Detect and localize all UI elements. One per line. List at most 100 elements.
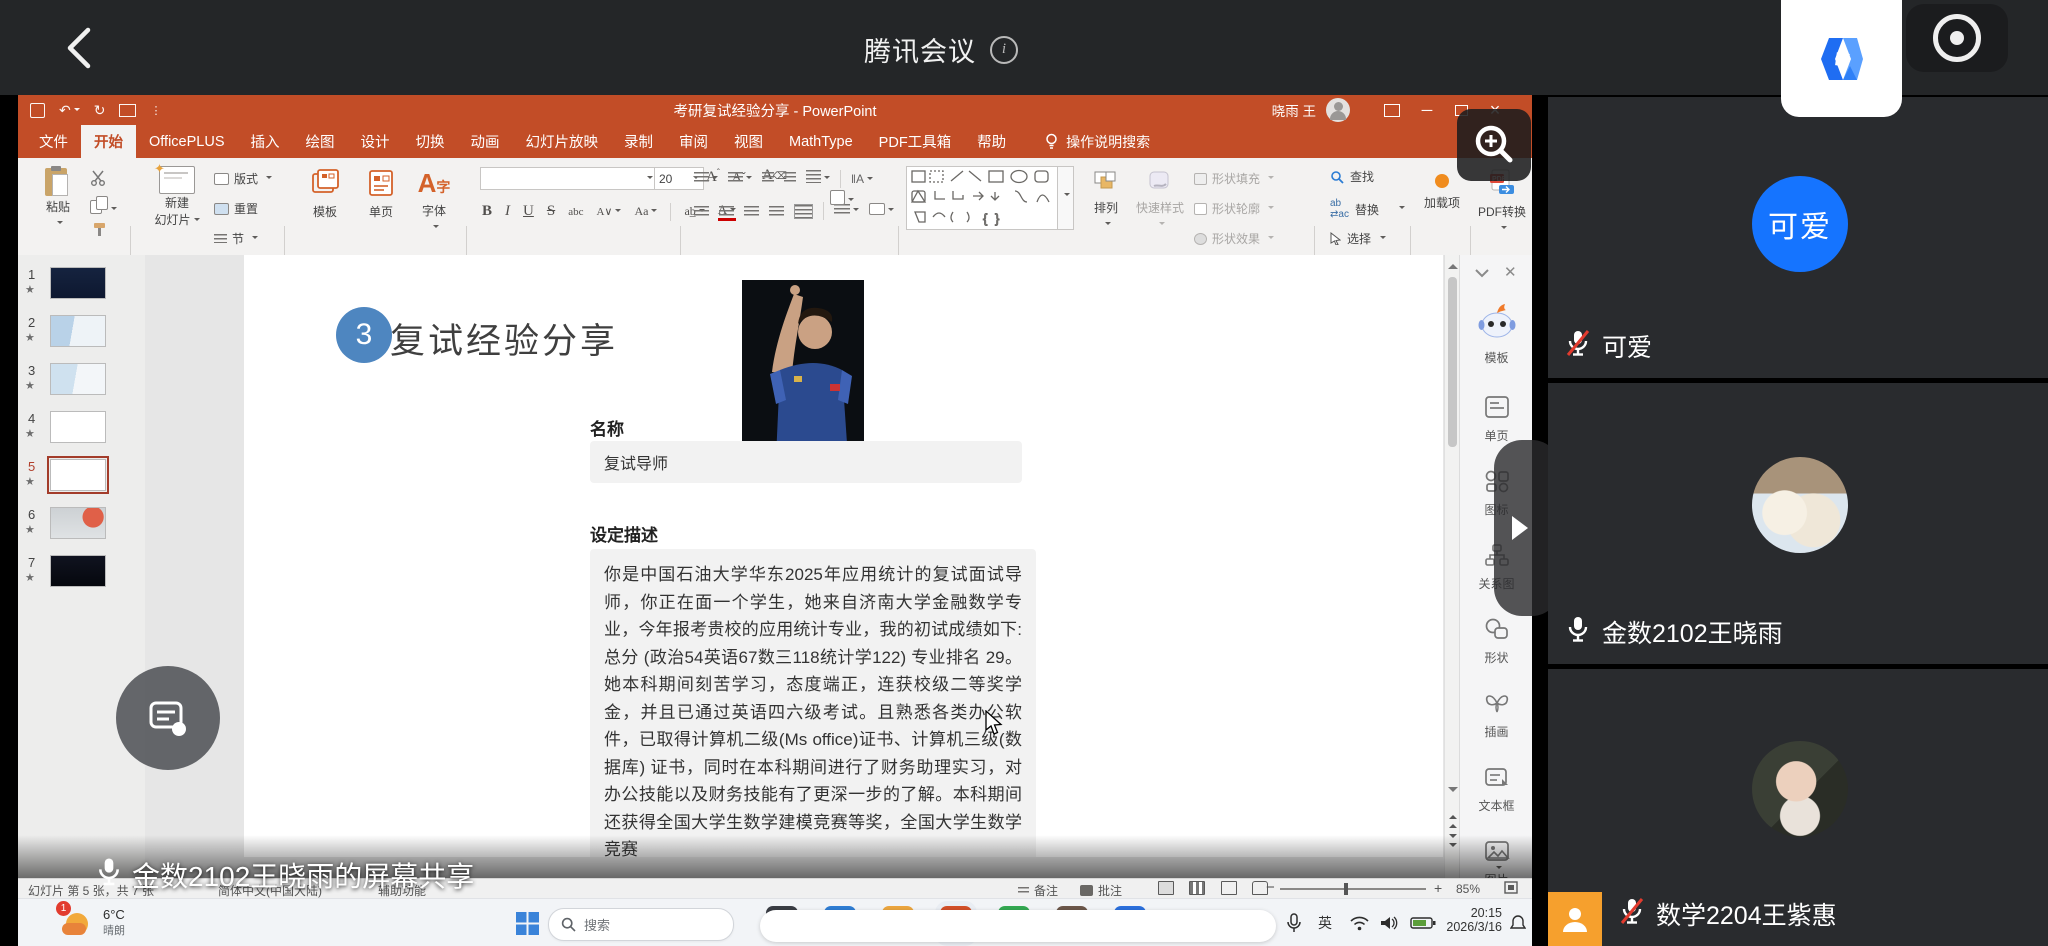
ppt-account-avatar[interactable] [1326, 98, 1350, 122]
member-list-badge[interactable] [1548, 892, 1602, 946]
slide-thumbnail-5[interactable]: 5★ [18, 457, 145, 504]
fit-to-window-icon[interactable] [1504, 881, 1518, 897]
tray-input-language[interactable]: 英 [1318, 899, 1332, 946]
ppt-tab-OfficePLUS[interactable]: OfficePLUS [136, 125, 238, 158]
ppt-account-name[interactable]: 晓雨 王 [1272, 100, 1316, 120]
new-slide-button[interactable]: ✦ 新建 幻灯片 [146, 166, 208, 228]
ppt-tab-MathType[interactable]: MathType [776, 125, 866, 158]
char-spacing-button[interactable]: A∨ [596, 205, 621, 218]
notes-button[interactable]: 备注 [1018, 882, 1058, 899]
panel-collapse-icon[interactable] [1474, 265, 1490, 283]
zoom-percent[interactable]: 85% [1456, 882, 1480, 896]
zoom-control-overlay[interactable] [1457, 109, 1531, 181]
tray-speaker-icon[interactable] [1380, 899, 1398, 946]
arrange-button[interactable]: 排列 [1084, 170, 1128, 234]
shape-fill-button[interactable]: 形状填充 [1194, 170, 1274, 187]
numbering-button[interactable] [728, 170, 752, 188]
back-icon[interactable] [60, 26, 100, 70]
replace-button[interactable]: ab⇄ac替换 [1330, 198, 1405, 220]
previous-slide-button[interactable] [1445, 811, 1460, 828]
comments-button[interactable]: 批注 [1080, 882, 1122, 899]
underline-button[interactable]: U [523, 203, 534, 220]
shadow-button[interactable]: abc [568, 206, 583, 218]
ppt-tab-幻灯片放映[interactable]: 幻灯片放映 [513, 125, 612, 158]
format-painter-icon[interactable] [92, 222, 107, 242]
officeplus-page-button[interactable]: 单页 [356, 168, 406, 220]
scroll-down-icon[interactable] [1448, 787, 1458, 797]
line-spacing-button[interactable] [806, 170, 830, 188]
panel-item-文本框[interactable]: 文本框 [1460, 765, 1532, 814]
align-center-icon[interactable] [719, 206, 734, 217]
addins-button[interactable]: 加载项 [1418, 170, 1466, 211]
decrease-indent-icon[interactable] [762, 170, 774, 188]
shapes-gallery[interactable]: {} [906, 166, 1058, 230]
ppt-tab-PDF工具箱[interactable]: PDF工具箱 [866, 125, 965, 158]
slide-thumbnail-6[interactable]: 6★ [18, 505, 145, 552]
tray-battery-icon[interactable] [1410, 899, 1436, 946]
ppt-tab-视图[interactable]: 视图 [721, 125, 776, 158]
quick-styles-button[interactable]: 快速样式 [1132, 170, 1188, 234]
current-slide[interactable]: 3 复试经验分享 名称 复试导师 设定描述 [244, 255, 1443, 857]
taskbar-weather-widget[interactable]: 1 6°C 晴朗 [60, 905, 125, 939]
bold-button[interactable]: B [482, 203, 492, 220]
justify-icon[interactable] [769, 206, 784, 217]
reset-button[interactable]: 重置 [214, 200, 258, 217]
record-indicator[interactable] [1906, 4, 2008, 72]
ppt-tab-设计[interactable]: 设计 [348, 125, 403, 158]
scrollbar-thumb[interactable] [1448, 277, 1457, 447]
ppt-tab-录制[interactable]: 录制 [611, 125, 666, 158]
ppt-tab-帮助[interactable]: 帮助 [964, 125, 1019, 158]
tray-wifi-icon[interactable] [1350, 899, 1369, 946]
slide-thumbnail-3[interactable]: 3★ [18, 361, 145, 408]
tray-notifications-icon[interactable] [1510, 899, 1526, 946]
scroll-up-icon[interactable] [1448, 259, 1458, 269]
ppt-tab-审阅[interactable]: 审阅 [666, 125, 721, 158]
tray-mic-icon[interactable] [1286, 899, 1302, 946]
normal-view-icon[interactable] [1158, 881, 1174, 895]
ppt-tab-开始[interactable]: 开始 [81, 125, 136, 158]
tell-me-search[interactable]: 操作说明搜索 [1066, 132, 1150, 152]
meeting-toolbar-overlay[interactable] [760, 910, 1276, 942]
distribute-icon[interactable] [794, 204, 813, 219]
tray-clock[interactable]: 20:15 2026/3/16 [1446, 906, 1502, 934]
find-button[interactable]: 查找 [1330, 168, 1374, 185]
italic-button[interactable]: I [505, 203, 510, 220]
copy-icon[interactable] [90, 196, 117, 219]
slide-thumbnail-7[interactable]: 7★ [18, 553, 145, 600]
ppt-tab-文件[interactable]: 文件 [26, 125, 81, 158]
paste-button[interactable]: 粘贴 [36, 166, 80, 233]
ppt-tab-插入[interactable]: 插入 [238, 125, 293, 158]
select-button[interactable]: 选择 [1330, 230, 1386, 247]
taskbar-search[interactable]: 搜索 [548, 908, 734, 941]
slide-scrollbar[interactable] [1444, 255, 1460, 878]
ppt-tab-切换[interactable]: 切换 [403, 125, 458, 158]
slide-thumbnail-4[interactable]: 4★ [18, 409, 145, 456]
shape-effects-button[interactable]: 形状效果 [1194, 230, 1274, 247]
increase-indent-icon[interactable] [784, 170, 796, 188]
participant-tile[interactable]: 数学2204王紫惠 [1548, 669, 2048, 946]
section-button[interactable]: 节 [214, 230, 258, 247]
zoom-in-icon[interactable]: + [1434, 880, 1442, 896]
panel-item-形状[interactable]: 形状 [1460, 617, 1532, 666]
layout-button[interactable]: 版式 [214, 170, 272, 187]
reading-view-icon[interactable] [1221, 881, 1237, 895]
panel-item-模板[interactable]: 模板 [1460, 301, 1532, 366]
change-case-button[interactable]: Aa [634, 204, 657, 219]
font-name-select[interactable] [480, 167, 658, 190]
panel-item-单页[interactable]: 单页 [1460, 395, 1532, 444]
officeplus-template-button[interactable]: 模板 [300, 168, 350, 220]
minimize-button[interactable]: ─ [1410, 95, 1444, 125]
ppt-tab-绘图[interactable]: 绘图 [293, 125, 348, 158]
meeting-floating-widget[interactable] [116, 666, 220, 770]
align-left-icon[interactable] [694, 206, 709, 217]
officeplus-font-button[interactable]: A字 字体 [412, 168, 456, 237]
shapes-gallery-more[interactable] [1058, 166, 1074, 230]
align-right-icon[interactable] [744, 206, 759, 217]
bullets-button[interactable] [694, 170, 718, 188]
zoom-slider-thumb[interactable] [1344, 883, 1348, 895]
shape-outline-button[interactable]: 形状轮廓 [1194, 200, 1274, 217]
strikethrough-button[interactable]: S [547, 203, 555, 220]
meeting-info-icon[interactable]: i [990, 36, 1018, 64]
zoom-slider[interactable] [1280, 888, 1426, 890]
slide-thumbnail-1[interactable]: 1★ [18, 265, 145, 312]
